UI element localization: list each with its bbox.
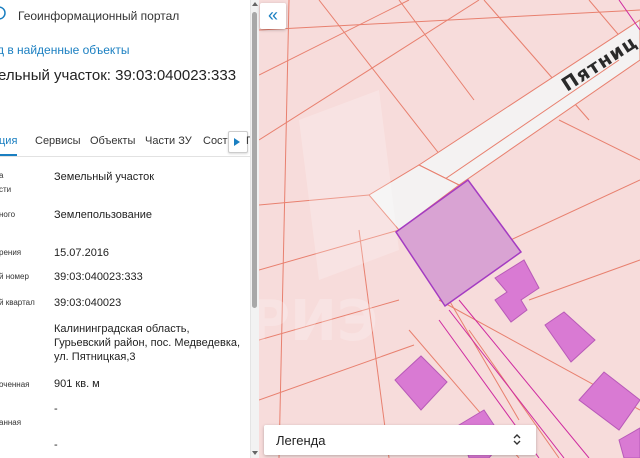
property-value: ул. Пятницкая,3	[54, 351, 136, 363]
portal-title: Геоинформационный портал	[18, 9, 180, 23]
double-chevron-left-icon: «	[267, 5, 278, 25]
svg-text:РИЭ: РИЭ	[259, 289, 378, 354]
scrollbar-thumb[interactable]	[252, 12, 257, 308]
property-label: сти	[0, 185, 12, 194]
property-label: а	[0, 171, 4, 180]
property-value: Калининградская область,	[54, 323, 190, 335]
tab-land-parts[interactable]: Части ЗУ	[145, 135, 192, 147]
legend-label: Легенда	[276, 433, 326, 448]
property-label: й номер	[0, 272, 29, 281]
property-label: й квартал	[0, 298, 35, 307]
property-label: ного	[0, 210, 16, 219]
portal-header: Геоинформационный портал	[0, 0, 259, 34]
chevron-up-down-icon	[513, 434, 521, 445]
tab-information[interactable]: ция	[0, 135, 17, 147]
legend-dropdown[interactable]: Легенда	[264, 425, 536, 455]
object-info-panel: Геоинформационный портал д в найденные о…	[0, 0, 259, 458]
property-value: 39:03:040023:333	[54, 271, 143, 283]
property-label: рения	[0, 248, 22, 257]
collapse-panel-button[interactable]: «	[260, 3, 286, 29]
portal-logo-icon	[0, 6, 6, 20]
property-value: 15.07.2016	[54, 247, 110, 259]
tab-services[interactable]: Сервисы	[35, 135, 81, 147]
caret-right-icon	[234, 138, 240, 146]
cadastral-map: РИЭ Пятниц	[259, 0, 640, 458]
property-value: 39:03:040023	[54, 297, 122, 309]
tab-scroll-right-button[interactable]	[228, 131, 248, 153]
property-value: Землепользование	[54, 209, 153, 221]
back-to-results-link[interactable]: д в найденные объекты	[0, 43, 129, 57]
property-label: анная	[0, 418, 22, 427]
property-label: оченная	[0, 380, 30, 389]
parcel-title: ельный участок: 39:03:040023:333	[0, 67, 237, 84]
property-value: -	[54, 439, 58, 451]
property-value: -	[54, 403, 58, 415]
scroll-down-arrow-icon[interactable]	[252, 451, 258, 455]
map-view[interactable]: РИЭ Пятниц	[259, 0, 640, 458]
property-value: Земельный участок	[54, 171, 155, 183]
active-tab-indicator	[0, 154, 17, 156]
property-value: 901 кв. м	[54, 378, 100, 390]
property-value: Гурьевский район, пос. Медведевка,	[54, 337, 241, 349]
tab-bar: ция Сервисы Объекты Части ЗУ Соста Г	[0, 128, 252, 157]
scroll-up-arrow-icon[interactable]	[252, 2, 258, 6]
tab-objects[interactable]: Объекты	[90, 135, 135, 147]
